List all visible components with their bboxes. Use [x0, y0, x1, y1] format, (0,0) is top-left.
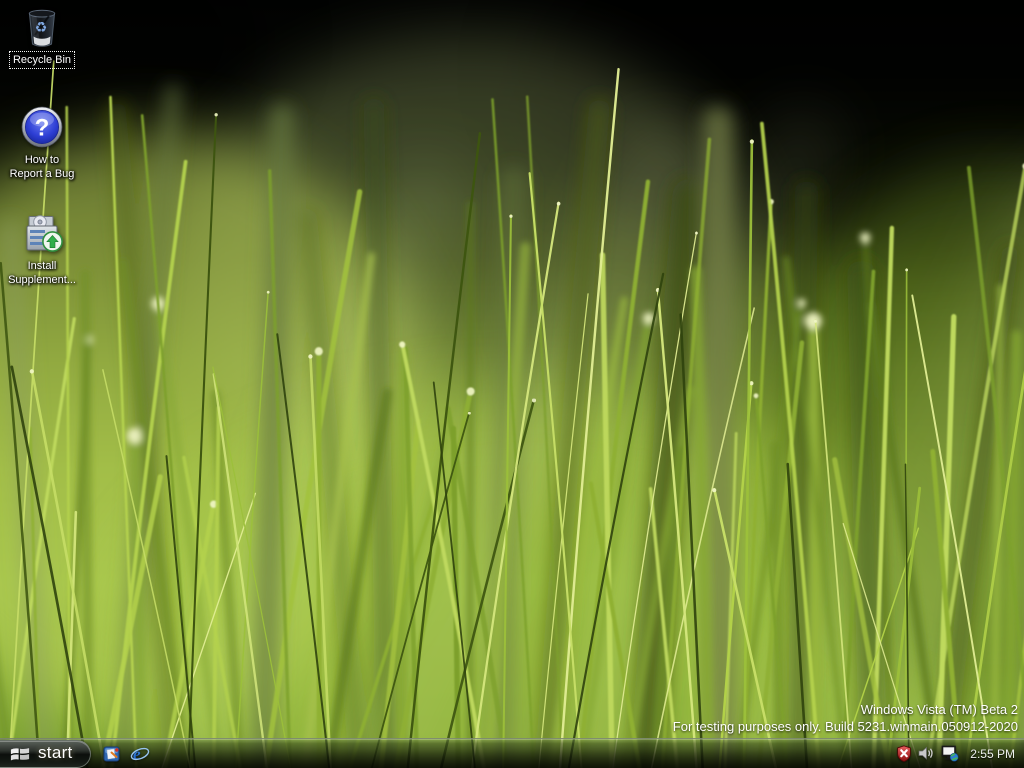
windows-flag-icon — [10, 747, 30, 760]
desktop-wallpaper[interactable] — [0, 0, 1024, 768]
quick-launch-bar: e — [102, 744, 150, 764]
start-button[interactable]: start — [0, 739, 91, 768]
svg-text:♻: ♻ — [35, 20, 48, 36]
help-question-icon: ? — [21, 106, 63, 148]
network-icon[interactable] — [941, 745, 959, 762]
desktop-icon-label[interactable]: How to Report a Bug — [7, 152, 78, 182]
taskbar-clock[interactable]: 2:55 PM — [970, 747, 1015, 761]
show-desktop-icon[interactable] — [102, 744, 122, 764]
security-shield-alert-icon[interactable] — [896, 745, 912, 762]
desktop-icon-install-supplement[interactable]: Install Supplement... — [0, 210, 84, 288]
installer-package-icon — [26, 215, 63, 252]
start-button-label: start — [38, 742, 73, 762]
desktop-icon-label[interactable]: Recycle Bin — [8, 51, 76, 69]
system-tray: 2:55 PM — [896, 745, 1024, 762]
desktop-icon-how-to-report-a-bug[interactable]: ? How to Report a Bug — [0, 104, 84, 182]
taskbar: start e 2:55 PM — [0, 738, 1024, 768]
volume-icon[interactable] — [918, 746, 935, 761]
svg-text:e: e — [133, 744, 141, 763]
internet-explorer-icon[interactable]: e — [130, 744, 150, 764]
desktop-icon-label[interactable]: Install Supplement... — [5, 258, 79, 288]
svg-text:?: ? — [35, 115, 50, 142]
build-watermark: Windows Vista (TM) Beta 2 For testing pu… — [673, 701, 1018, 735]
watermark-line2: For testing purposes only. Build 5231.wi… — [672, 719, 1018, 734]
desktop-icon-recycle-bin[interactable]: ♻ Recycle Bin — [0, 4, 84, 69]
watermark-line1: Windows Vista (TM) Beta 2 — [860, 702, 1018, 717]
recycle-bin-icon: ♻ — [28, 9, 56, 47]
